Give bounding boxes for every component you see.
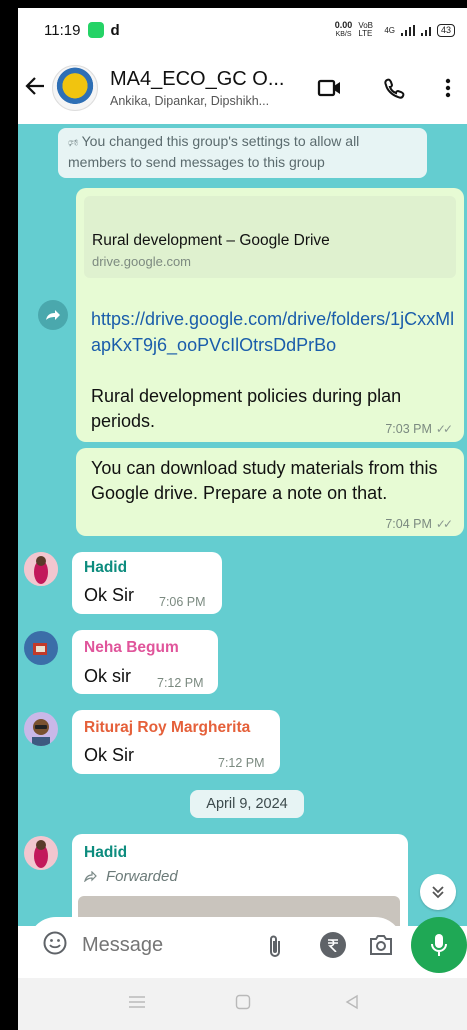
link-preview-card[interactable]: Rural development – Google Drive drive.g… — [84, 196, 456, 278]
message-time: 7:06 PM — [159, 595, 206, 609]
message-outgoing-link[interactable]: Rural development – Google Drive drive.g… — [76, 188, 464, 442]
nav-back-icon[interactable] — [344, 994, 360, 1015]
message-outgoing-note[interactable]: You can download study materials from th… — [76, 448, 464, 536]
mic-icon[interactable] — [411, 917, 467, 973]
message-composer — [28, 917, 403, 973]
status-time: 11:19 — [44, 21, 81, 39]
network-type: 4G — [384, 25, 395, 35]
message-meta: 7:03 PM ✓✓ — [385, 420, 453, 438]
more-options-icon[interactable] — [434, 74, 462, 102]
sender-name[interactable]: Hadid — [84, 559, 127, 577]
group-info[interactable]: MA4_ECO_GC O... Ankika, Dipankar, Dipshi… — [110, 68, 310, 108]
signal-icon-2 — [420, 25, 431, 36]
group-members: Ankika, Dipankar, Dipshikh... — [110, 94, 270, 108]
net-speed-unit: KB/S — [335, 31, 352, 38]
sender-name[interactable]: Rituraj Roy Margherita — [84, 719, 250, 737]
camera-icon[interactable] — [368, 933, 394, 962]
group-name: MA4_ECO_GC O... — [110, 68, 285, 90]
forward-icon[interactable] — [38, 300, 68, 330]
nav-home-icon[interactable] — [235, 994, 251, 1015]
message-incoming-forwarded[interactable]: Hadid Forwarded — [72, 834, 408, 926]
read-ticks-icon: ✓✓ — [435, 517, 453, 531]
message-time: 7:12 PM — [218, 756, 265, 770]
message-time: 7:04 PM — [385, 517, 432, 531]
rupee-payment-icon[interactable] — [320, 932, 346, 958]
emoji-icon[interactable] — [42, 930, 68, 961]
system-nav-bar — [18, 978, 467, 1030]
message-link-url[interactable]: https://drive.google.com/drive/folders/1… — [91, 306, 456, 358]
forwarded-icon — [84, 871, 97, 882]
message-incoming[interactable]: Neha Begum Ok sir 7:12 PM — [72, 630, 218, 694]
net-speed: 0.00 KB/S — [335, 21, 353, 39]
megaphone-icon: 🕫︎ — [68, 137, 79, 149]
message-time: 7:12 PM — [157, 676, 204, 690]
status-bar: 11:19 d 0.00 KB/S VoB LTE 4G 43 — [18, 8, 467, 52]
net-speed-value: 0.00 — [334, 20, 353, 30]
video-call-icon[interactable] — [316, 74, 344, 102]
system-message: 🕫︎ You changed this group's settings to a… — [58, 128, 427, 178]
avatar[interactable] — [24, 552, 58, 586]
message-text: Ok sir — [84, 666, 131, 686]
volte-label: VoB LTE — [358, 21, 373, 38]
avatar[interactable] — [24, 712, 58, 746]
message-input[interactable] — [82, 933, 232, 957]
message-time: 7:03 PM — [385, 422, 432, 436]
signal-icon — [400, 24, 415, 36]
message-text: Ok Sir — [84, 745, 135, 765]
message-incoming[interactable]: Hadid Ok Sir 7:06 PM — [72, 552, 222, 614]
group-avatar[interactable] — [52, 65, 98, 111]
link-preview-domain: drive.google.com — [92, 254, 191, 269]
forwarded-label: Forwarded — [106, 868, 178, 885]
forwarded-indicator: Forwarded — [84, 868, 178, 885]
link-preview-title: Rural development – Google Drive — [92, 232, 330, 249]
read-ticks-icon: ✓✓ — [435, 422, 453, 436]
notification-app-icon — [88, 22, 105, 38]
attach-icon[interactable] — [266, 933, 284, 964]
status-indicators: 0.00 KB/S VoB LTE 4G 43 — [335, 21, 455, 39]
message-incoming[interactable]: Rituraj Roy Margherita Ok Sir 7:12 PM — [72, 710, 280, 774]
date-divider: April 9, 2024 — [190, 790, 304, 818]
notification-letter: d — [110, 21, 120, 39]
message-text: Ok Sir — [84, 585, 135, 605]
battery-icon: 43 — [436, 23, 455, 37]
scroll-down-icon[interactable] — [420, 874, 456, 910]
nav-recents-icon[interactable] — [128, 994, 146, 1015]
system-message-text: You changed this group's settings to all… — [68, 133, 360, 170]
chat-header: MA4_ECO_GC O... Ankika, Dipankar, Dipshi… — [18, 52, 467, 124]
avatar[interactable] — [24, 631, 58, 665]
sender-name[interactable]: Hadid — [84, 844, 127, 862]
message-text: You can download study materials from th… — [91, 458, 438, 503]
voice-call-icon[interactable] — [380, 74, 408, 102]
sender-name[interactable]: Neha Begum — [84, 639, 179, 657]
phone-screen: 11:19 d 0.00 KB/S VoB LTE 4G 43 MA4_ECO_… — [18, 8, 467, 1030]
chat-area[interactable]: 🕫︎ You changed this group's settings to a… — [18, 124, 467, 926]
message-meta: 7:04 PM ✓✓ — [385, 515, 453, 533]
back-arrow-icon[interactable] — [24, 75, 48, 101]
avatar[interactable] — [24, 836, 58, 870]
